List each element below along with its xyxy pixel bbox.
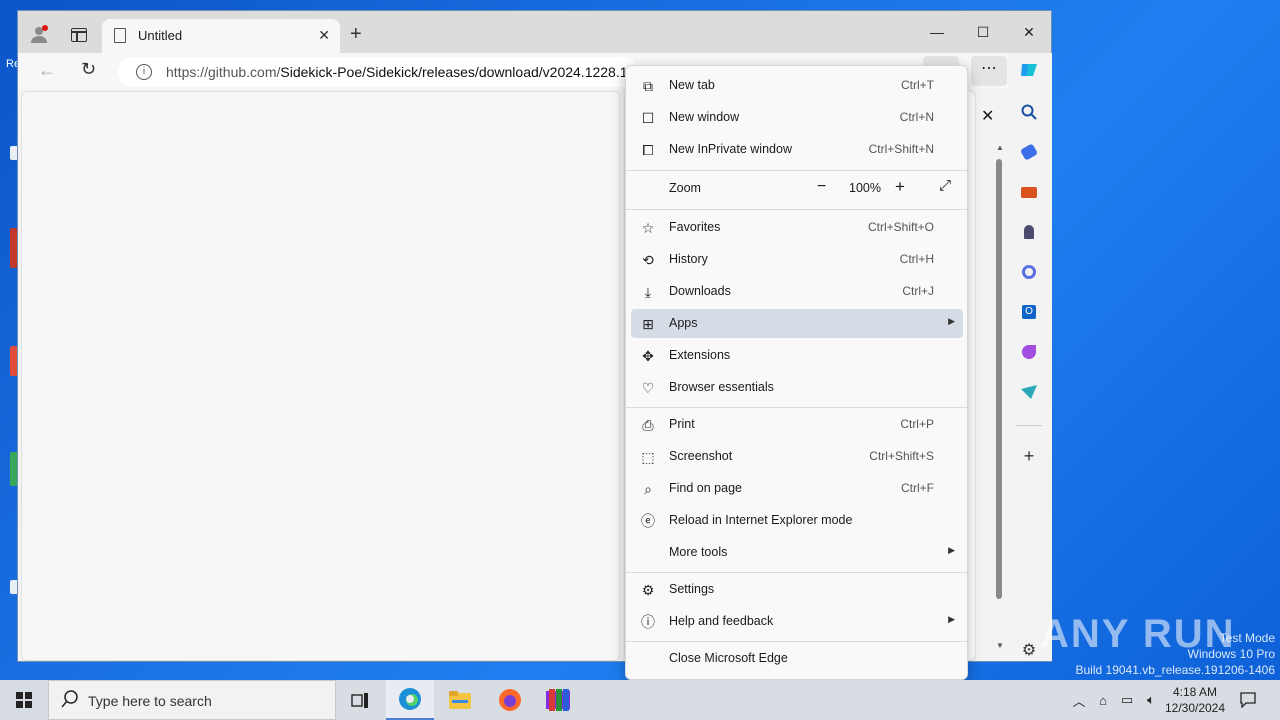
tools-briefcase-icon[interactable]	[1018, 181, 1040, 203]
maximize-button[interactable]: ☐	[960, 17, 1006, 47]
menu-item-history[interactable]: ⟲ History Ctrl+H	[631, 245, 963, 274]
firefox-icon[interactable]	[486, 680, 534, 720]
edge-taskbar-icon[interactable]	[386, 680, 434, 720]
send-icon[interactable]	[1018, 381, 1040, 403]
taskbar-search[interactable]: Type here to search	[48, 680, 336, 720]
search-placeholder: Type here to search	[88, 693, 212, 709]
menu-item-ie-mode[interactable]: ⓔ Reload in Internet Explorer mode	[631, 506, 963, 535]
notifications-icon[interactable]	[1234, 680, 1262, 720]
find-icon: ⌕	[644, 480, 652, 497]
page-icon	[114, 28, 126, 43]
side-panel-close-icon[interactable]: ✕	[981, 106, 994, 126]
favorites-icon: ☆	[641, 219, 655, 236]
heart-pulse-icon: ♡	[641, 379, 655, 396]
chevron-right-icon: ▶	[948, 316, 955, 326]
microsoft365-icon[interactable]	[1018, 261, 1040, 283]
outlook-icon[interactable]: O	[1018, 301, 1040, 323]
network-icon[interactable]: ▭	[1116, 680, 1138, 720]
new-tab-plus-icon[interactable]: +	[350, 23, 362, 46]
clock[interactable]: 4:18 AM 12/30/2024	[1162, 680, 1228, 720]
zoom-in-button[interactable]: +	[895, 177, 905, 197]
sidebar-settings-icon[interactable]: ⚙	[1018, 639, 1040, 661]
menu-item-settings[interactable]: ⚙ Settings	[631, 575, 963, 604]
menu-item-extensions[interactable]: ✥ Extensions	[631, 341, 963, 370]
shopping-tag-icon[interactable]	[1018, 141, 1040, 163]
side-panel-scrollbar[interactable]: ▲ ▼	[994, 143, 1004, 655]
menu-item-find-on-page[interactable]: ⌕ Find on page Ctrl+F	[631, 474, 963, 503]
menu-item-close-edge[interactable]: Close Microsoft Edge	[631, 644, 963, 673]
more-options-button[interactable]: ⋯	[971, 56, 1007, 86]
menu-item-screenshot[interactable]: ⬚ Screenshot Ctrl+Shift+S	[631, 442, 963, 471]
edge-settings-menu: ⧉ New tab Ctrl+T ☐ New window Ctrl+N ⧠ N…	[625, 65, 968, 680]
screenshot-icon: ⬚	[641, 448, 655, 465]
url-text: https://github.com/Sidekick-Poe/Sidekick…	[166, 64, 628, 80]
menu-item-apps[interactable]: ⊞ Apps ▶	[631, 309, 963, 338]
close-window-button[interactable]: ✕	[1006, 17, 1052, 47]
new-tab-icon: ⧉	[643, 77, 653, 94]
back-icon[interactable]: ←	[38, 60, 56, 81]
menu-item-print[interactable]: ⎙ Print Ctrl+P	[631, 410, 963, 439]
refresh-icon[interactable]: ↻	[81, 59, 96, 80]
network-lock-icon[interactable]: ⌂	[1092, 680, 1114, 720]
start-button[interactable]	[0, 680, 48, 720]
clock-time: 4:18 AM	[1172, 685, 1218, 699]
minimize-button[interactable]: —	[914, 17, 960, 47]
file-explorer-icon[interactable]	[436, 680, 484, 720]
menu-item-new-window[interactable]: ☐ New window Ctrl+N	[631, 103, 963, 132]
menu-item-help-and-feedback[interactable]: ⓘ Help and feedback ▶	[631, 607, 963, 636]
menu-item-downloads[interactable]: ⤓ Downloads Ctrl+J	[631, 277, 963, 306]
history-icon: ⟲	[642, 251, 654, 268]
gear-icon: ⚙	[641, 581, 655, 598]
print-icon: ⎙	[642, 416, 654, 433]
ie-icon: ⓔ	[641, 513, 655, 529]
menu-item-new-tab[interactable]: ⧉ New tab Ctrl+T	[631, 71, 963, 100]
inprivate-icon: ⧠	[642, 141, 654, 158]
page-content	[21, 91, 620, 661]
help-icon: ⓘ	[641, 614, 655, 630]
chevron-right-icon: ▶	[948, 614, 955, 624]
apps-icon: ⊞	[642, 315, 654, 332]
volume-icon[interactable]: 🔈︎	[1140, 680, 1162, 720]
tab-actions-icon[interactable]	[71, 28, 87, 42]
add-icon[interactable]: +	[1018, 445, 1040, 467]
menu-item-browser-essentials[interactable]: ♡ Browser essentials	[631, 373, 963, 402]
info-icon[interactable]: i	[136, 64, 152, 80]
winrar-icon[interactable]	[534, 680, 582, 720]
menu-item-favorites[interactable]: ☆ Favorites Ctrl+Shift+O	[631, 213, 963, 242]
menu-item-more-tools[interactable]: More tools ▶	[631, 538, 963, 567]
show-hidden-icons-icon[interactable]: ︿	[1068, 680, 1090, 720]
taskbar: Type here to search ︿ ⌂ ▭ 🔈︎ 4:18 AM 12/…	[0, 680, 1280, 720]
new-window-icon: ☐	[641, 109, 655, 126]
tab-untitled[interactable]: Untitled ✕	[102, 19, 340, 53]
tab-close-icon[interactable]: ✕	[318, 27, 330, 44]
clock-date: 12/30/2024	[1164, 701, 1226, 715]
chevron-right-icon: ▶	[948, 545, 955, 555]
edge-sidebar: O + ⚙	[1008, 53, 1052, 661]
search-icon	[61, 690, 79, 711]
fullscreen-icon[interactable]: ⤢	[939, 177, 951, 194]
address-bar[interactable]: i https://github.com/Sidekick-Poe/Sideki…	[118, 57, 638, 87]
test-mode-watermark: Test Mode Windows 10 Pro Build 19041.vb_…	[1075, 631, 1276, 677]
tab-title: Untitled	[138, 28, 183, 43]
zoom-value: 100%	[849, 181, 881, 195]
menu-item-zoom: Zoom − 100% + ⤢	[669, 177, 952, 197]
designer-icon[interactable]	[1018, 341, 1040, 363]
copilot-icon[interactable]	[1018, 59, 1040, 81]
search-icon[interactable]	[1018, 101, 1040, 123]
profile-icon[interactable]	[30, 25, 48, 43]
menu-item-new-inprivate-window[interactable]: ⧠ New InPrivate window Ctrl+Shift+N	[631, 135, 963, 164]
games-chess-icon[interactable]	[1018, 221, 1040, 243]
zoom-out-button[interactable]: −	[817, 178, 826, 196]
extensions-icon: ✥	[642, 347, 654, 364]
download-icon: ⤓	[644, 283, 652, 300]
tab-bar: Untitled ✕ + — ☐ ✕	[18, 11, 1051, 53]
task-view-icon[interactable]	[336, 680, 384, 720]
